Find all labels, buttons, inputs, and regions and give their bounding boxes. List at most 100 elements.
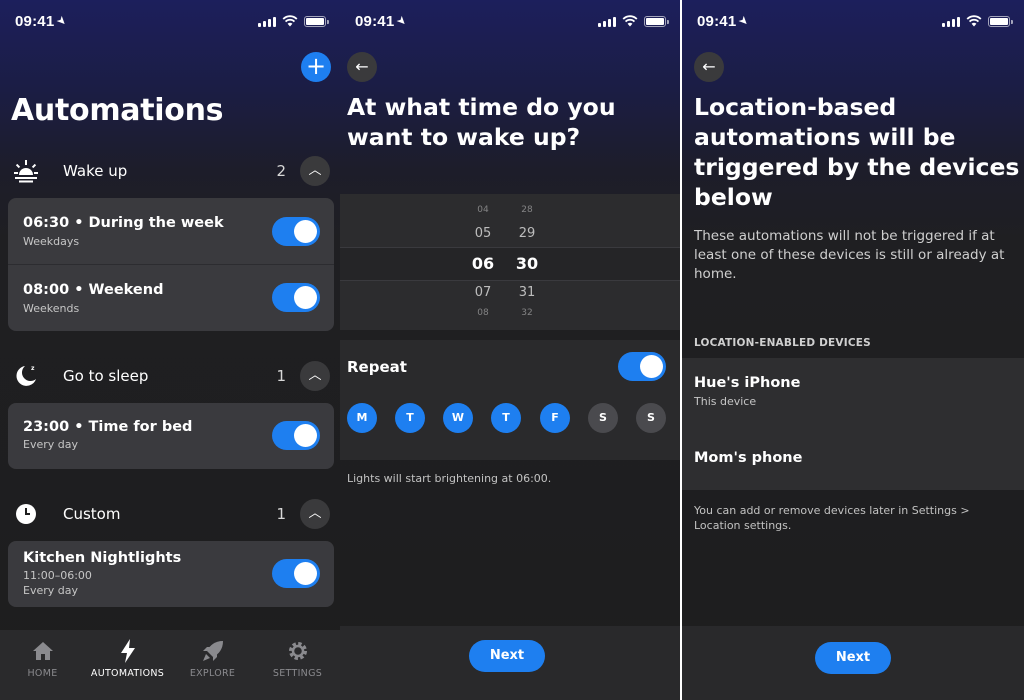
picker-option: 07 bbox=[474, 285, 492, 300]
location-devices-screen: 09:41 ➤ ← Location-based automations will… bbox=[682, 0, 1024, 700]
status-bar: 09:41 ➤ bbox=[355, 11, 669, 31]
list-item[interactable]: Kitchen Nightlights 11:00–06:00 Every da… bbox=[8, 541, 334, 607]
rocket-icon bbox=[202, 641, 223, 661]
footer-bar: Next bbox=[682, 626, 1024, 700]
automation-subtitle-secondary: Every day bbox=[23, 584, 78, 597]
devices-header: LOCATION-ENABLED DEVICES bbox=[694, 337, 871, 349]
add-automation-button[interactable]: + bbox=[301, 52, 331, 82]
page-title: At what time do you want to wake up? bbox=[347, 93, 616, 151]
automation-card: 23:00 • Time for bed Every day bbox=[8, 403, 334, 469]
collapse-button[interactable]: ︿ bbox=[300, 361, 330, 391]
automation-toggle[interactable] bbox=[272, 283, 320, 312]
repeat-label: Repeat bbox=[347, 358, 407, 376]
tab-settings[interactable]: SETTINGS bbox=[255, 638, 340, 679]
day-friday-button[interactable]: F bbox=[540, 403, 570, 433]
description: These automations will not be triggered … bbox=[694, 228, 1005, 282]
picker-selected-minute: 30 bbox=[515, 254, 539, 273]
picker-option: 08 bbox=[477, 308, 489, 318]
section-label: Wake up bbox=[63, 162, 128, 180]
collapse-button[interactable]: ︿ bbox=[300, 499, 330, 529]
wifi-icon bbox=[622, 15, 638, 27]
day-thursday-button[interactable]: T bbox=[491, 403, 521, 433]
bolt-icon bbox=[120, 639, 135, 663]
section-custom: Custom 1 ︿ bbox=[0, 496, 340, 532]
automation-title: 06:30 • During the week bbox=[23, 215, 224, 231]
status-time: 09:41 ➤ bbox=[15, 12, 69, 30]
day-sunday-button[interactable]: S bbox=[636, 403, 666, 433]
chevron-up-icon: ︿ bbox=[308, 163, 322, 178]
next-button[interactable]: Next bbox=[815, 642, 891, 674]
automation-title: 23:00 • Time for bed bbox=[23, 419, 193, 435]
back-button[interactable]: ← bbox=[694, 52, 724, 82]
automation-card: 06:30 • During the week Weekdays 08:00 •… bbox=[8, 198, 334, 331]
status-bar: 09:41 ➤ bbox=[15, 11, 329, 31]
cellular-signal-icon bbox=[942, 16, 960, 27]
home-icon bbox=[32, 642, 53, 660]
next-button[interactable]: Next bbox=[469, 640, 545, 672]
list-item[interactable]: 06:30 • During the week Weekdays bbox=[8, 198, 334, 264]
chevron-up-icon: ︿ bbox=[308, 368, 322, 383]
day-saturday-button[interactable]: S bbox=[588, 403, 618, 433]
tab-bar: HOME AUTOMATIONS EXPLORE SETTINGS bbox=[0, 630, 340, 700]
tab-explore[interactable]: EXPLORE bbox=[170, 638, 255, 679]
automation-title: 08:00 • Weekend bbox=[23, 282, 164, 298]
location-arrow-icon: ➤ bbox=[394, 14, 409, 28]
section-go-to-sleep: z z Go to sleep 1 ︿ bbox=[0, 358, 340, 394]
list-item[interactable]: 23:00 • Time for bed Every day bbox=[8, 403, 334, 469]
automation-subtitle: Weekdays bbox=[23, 235, 80, 248]
section-count: 1 bbox=[276, 505, 286, 523]
cellular-signal-icon bbox=[258, 16, 276, 27]
arrow-left-icon: ← bbox=[355, 57, 369, 76]
brightening-hint: Lights will start brightening at 06:00. bbox=[347, 472, 552, 485]
picker-selected-hour: 06 bbox=[471, 254, 495, 273]
picker-option: 31 bbox=[518, 285, 536, 300]
battery-icon bbox=[988, 15, 1013, 27]
section-wake-up: Wake up 2 ︿ bbox=[0, 153, 340, 189]
status-bar: 09:41 ➤ bbox=[697, 11, 1013, 31]
automation-subtitle: Weekends bbox=[23, 302, 80, 315]
arrow-left-icon: ← bbox=[702, 57, 716, 76]
tab-label: EXPLORE bbox=[189, 668, 236, 679]
day-monday-button[interactable]: M bbox=[347, 403, 377, 433]
wake-time-screen: 09:41 ➤ ← At what time do you want to wak… bbox=[340, 0, 680, 700]
device-subtitle: This device bbox=[694, 395, 757, 408]
automation-card: Kitchen Nightlights 11:00–06:00 Every da… bbox=[8, 541, 334, 607]
section-count: 1 bbox=[276, 367, 286, 385]
day-tuesday-button[interactable]: T bbox=[395, 403, 425, 433]
automations-screen: 09:41 ➤ + Automations Wake up 2 ︿ 06:30 •… bbox=[0, 0, 340, 700]
picker-option: 29 bbox=[518, 226, 536, 241]
collapse-button[interactable]: ︿ bbox=[300, 156, 330, 186]
picker-option: 04 bbox=[477, 205, 489, 215]
svg-text:z: z bbox=[31, 365, 35, 372]
tab-home[interactable]: HOME bbox=[0, 638, 85, 679]
location-arrow-icon: ➤ bbox=[54, 14, 69, 28]
automation-toggle[interactable] bbox=[272, 421, 320, 450]
list-item[interactable]: 08:00 • Weekend Weekends bbox=[8, 265, 334, 331]
tab-label: AUTOMATIONS bbox=[90, 668, 165, 679]
automation-toggle[interactable] bbox=[272, 559, 320, 588]
automation-title: Kitchen Nightlights bbox=[23, 550, 182, 566]
back-button[interactable]: ← bbox=[347, 52, 377, 82]
section-label: Go to sleep bbox=[63, 367, 149, 385]
repeat-toggle[interactable] bbox=[618, 352, 666, 381]
tab-automations[interactable]: AUTOMATIONS bbox=[85, 638, 170, 679]
day-wednesday-button[interactable]: W bbox=[443, 403, 473, 433]
battery-icon bbox=[644, 15, 669, 27]
time-picker[interactable]: 04 05 06 07 08 28 29 30 31 32 bbox=[340, 194, 680, 330]
plus-icon: + bbox=[305, 52, 327, 80]
device-name: Mom's phone bbox=[694, 450, 803, 466]
status-time: 09:41 ➤ bbox=[355, 12, 409, 30]
automation-subtitle: 11:00–06:00 bbox=[23, 569, 92, 582]
wifi-icon bbox=[282, 15, 298, 27]
settings-note: You can add or remove devices later in S… bbox=[694, 504, 970, 532]
gear-icon bbox=[288, 642, 307, 660]
wifi-icon bbox=[966, 15, 982, 27]
repeat-section: Repeat M T W T F S S bbox=[340, 340, 680, 460]
battery-icon bbox=[304, 15, 329, 27]
sunrise-icon bbox=[14, 160, 38, 183]
clock-icon bbox=[16, 504, 36, 524]
cellular-signal-icon bbox=[598, 16, 616, 27]
status-time: 09:41 ➤ bbox=[697, 12, 751, 30]
automation-toggle[interactable] bbox=[272, 217, 320, 246]
location-arrow-icon: ➤ bbox=[736, 14, 751, 28]
